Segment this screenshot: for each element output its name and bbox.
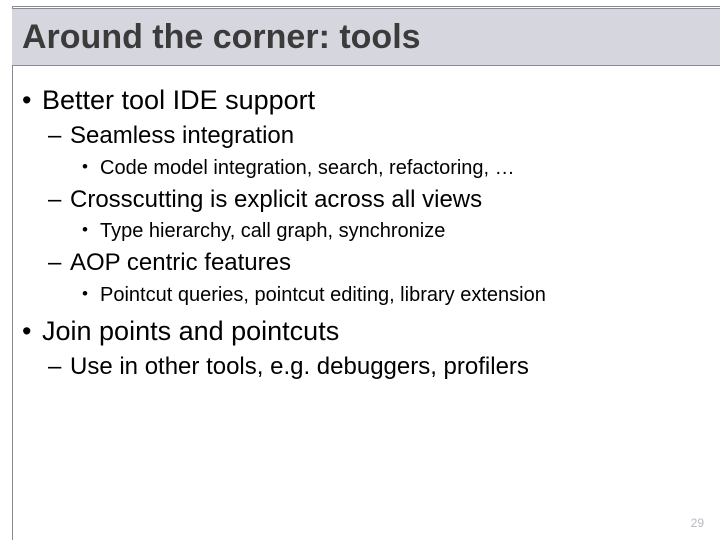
bullet-l1: Join points and pointcuts Use in other t…: [42, 313, 700, 384]
bullet-text: Pointcut queries, pointcut editing, libr…: [100, 284, 546, 306]
page-number: 29: [691, 516, 704, 530]
slide: Around the corner: tools Better tool IDE…: [0, 0, 720, 540]
bullet-text: Code model integration, search, refactor…: [100, 157, 515, 179]
bullet-l1: Better tool IDE support Seamless integra…: [42, 82, 700, 309]
slide-content: Better tool IDE support Seamless integra…: [20, 78, 700, 385]
bullet-l2: Crosscutting is explicit across all view…: [70, 184, 700, 245]
template-top-line: [12, 6, 720, 7]
bullet-text: Better tool IDE support: [42, 85, 315, 115]
bullet-l3: Type hierarchy, call graph, synchronize: [100, 218, 700, 245]
bullet-l2: Use in other tools, e.g. debuggers, prof…: [70, 351, 700, 383]
bullet-text: Crosscutting is explicit across all view…: [70, 186, 482, 213]
bullet-l3: Pointcut queries, pointcut editing, libr…: [100, 282, 700, 309]
bullet-text: Type hierarchy, call graph, synchronize: [100, 220, 445, 242]
title-bar: Around the corner: tools: [12, 8, 720, 66]
slide-title: Around the corner: tools: [22, 18, 421, 57]
bullet-l3: Code model integration, search, refactor…: [100, 155, 700, 182]
bullet-text: Join points and pointcuts: [42, 316, 339, 346]
bullet-text: Use in other tools, e.g. debuggers, prof…: [70, 353, 529, 380]
bullet-l2: AOP centric features Pointcut queries, p…: [70, 247, 700, 308]
bullet-l2: Seamless integration Code model integrat…: [70, 120, 700, 181]
bullet-text: Seamless integration: [70, 122, 294, 149]
template-left-line: [12, 6, 13, 540]
bullet-text: AOP centric features: [70, 249, 291, 276]
